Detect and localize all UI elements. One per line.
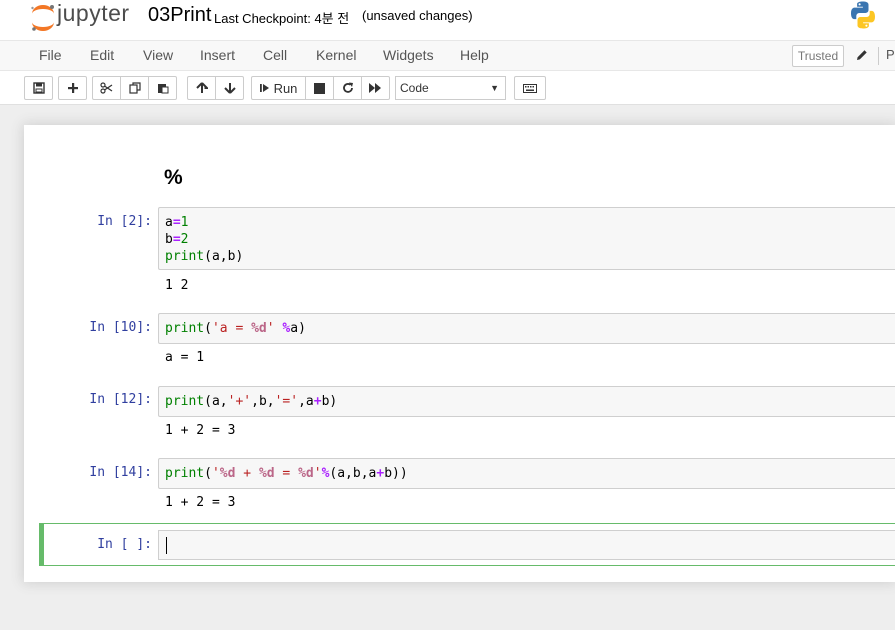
run-icon: [259, 84, 269, 92]
input-prompt: In [2]:: [97, 214, 152, 229]
toolbar-group-insert: [58, 76, 87, 100]
code-cell-input-active[interactable]: [158, 530, 895, 560]
copy-icon: [128, 82, 141, 94]
code-cell-input[interactable]: print('%d + %d = %d'%(a,b,a+b)): [158, 458, 895, 489]
insert-cell-button[interactable]: [58, 76, 87, 100]
copy-button[interactable]: [120, 76, 149, 100]
interrupt-button[interactable]: [305, 76, 334, 100]
header: jupyter 03Print Last Checkpoint: 4분 전 (u…: [0, 0, 895, 40]
notebook-container: [24, 125, 895, 582]
menu-divider: [878, 47, 879, 65]
menubar: File Edit View Insert Cell Kernel Widget…: [0, 40, 895, 71]
input-prompt: In [10]:: [89, 320, 152, 335]
cut-icon: [100, 82, 113, 94]
jupyter-wordmark: jupyter: [57, 0, 130, 26]
menu-widgets[interactable]: Widgets: [383, 47, 434, 63]
run-label: Run: [273, 80, 298, 96]
code-cell-input[interactable]: print('a = %d' %a): [158, 313, 895, 344]
code-cell-input[interactable]: a=1 b=2 print(a,b): [158, 207, 895, 270]
code-line: print('a = %d' %a): [165, 321, 306, 336]
paste-icon: [157, 84, 168, 94]
cell-output: 1 2: [165, 278, 189, 293]
cell-output: 1 + 2 = 3: [165, 495, 236, 510]
menu-view[interactable]: View: [143, 47, 173, 63]
kernel-indicator[interactable]: P: [886, 47, 895, 62]
cell-output: 1 + 2 = 3: [165, 423, 236, 438]
pencil-icon[interactable]: [856, 48, 868, 64]
restart-icon: [342, 82, 353, 93]
toolbar-group-move: [187, 76, 244, 100]
plus-icon: [67, 83, 78, 93]
arrow-down-icon: [223, 83, 236, 94]
restart-run-all-button[interactable]: [361, 76, 390, 100]
input-prompt: In [12]:: [89, 392, 152, 407]
code-line: print('%d + %d = %d'%(a,b,a+b)): [165, 466, 408, 481]
code-line: print(a,'+',b,'=',a+b): [165, 394, 338, 409]
paste-button[interactable]: [148, 76, 177, 100]
move-down-button[interactable]: [215, 76, 244, 100]
menu-edit[interactable]: Edit: [90, 47, 114, 63]
autosave-status: (unsaved changes): [362, 8, 473, 23]
menu-cell[interactable]: Cell: [263, 47, 287, 63]
dropdown-caret-icon: ▼: [490, 83, 499, 93]
cell-output: a = 1: [165, 350, 205, 365]
toolbar: Run Code ▼: [0, 71, 895, 105]
cell-type-value: Code: [400, 81, 429, 95]
checkpoint-status: Last Checkpoint: 4분 전: [214, 11, 350, 26]
stop-icon: [314, 82, 325, 94]
run-button[interactable]: Run: [251, 76, 306, 100]
text-cursor: [166, 537, 167, 554]
toolbar-group-clipboard: [92, 76, 177, 100]
menu-kernel[interactable]: Kernel: [316, 47, 356, 63]
code-line: a=1: [165, 215, 189, 230]
code-cell-input[interactable]: print(a,'+',b,'=',a+b): [158, 386, 895, 417]
trusted-indicator[interactable]: Trusted: [792, 45, 844, 67]
cut-button[interactable]: [92, 76, 121, 100]
save-icon: [32, 82, 45, 94]
python-logo-icon: [848, 0, 878, 30]
keyboard-icon: [523, 83, 537, 93]
menu-help[interactable]: Help: [460, 47, 489, 63]
move-up-button[interactable]: [187, 76, 216, 100]
menu-insert[interactable]: Insert: [200, 47, 235, 63]
toolbar-group-palette: [514, 76, 546, 100]
cell-type-select[interactable]: Code ▼: [395, 76, 506, 100]
save-button[interactable]: [24, 76, 53, 100]
arrow-up-icon: [195, 82, 208, 93]
fast-forward-icon: [369, 83, 381, 93]
input-prompt: In [ ]:: [97, 537, 152, 552]
toolbar-group-save: [24, 76, 53, 100]
restart-button[interactable]: [333, 76, 362, 100]
code-line: b=2: [165, 232, 189, 247]
toolbar-group-run: Run: [251, 76, 390, 100]
menu-file[interactable]: File: [39, 47, 62, 63]
input-prompt: In [14]:: [89, 465, 152, 480]
markdown-heading[interactable]: %: [164, 166, 183, 190]
notebook-name[interactable]: 03Print: [148, 4, 211, 27]
jupyter-logo-icon: [31, 5, 54, 31]
command-palette-button[interactable]: [514, 76, 546, 100]
code-line: print(a,b): [165, 249, 244, 264]
